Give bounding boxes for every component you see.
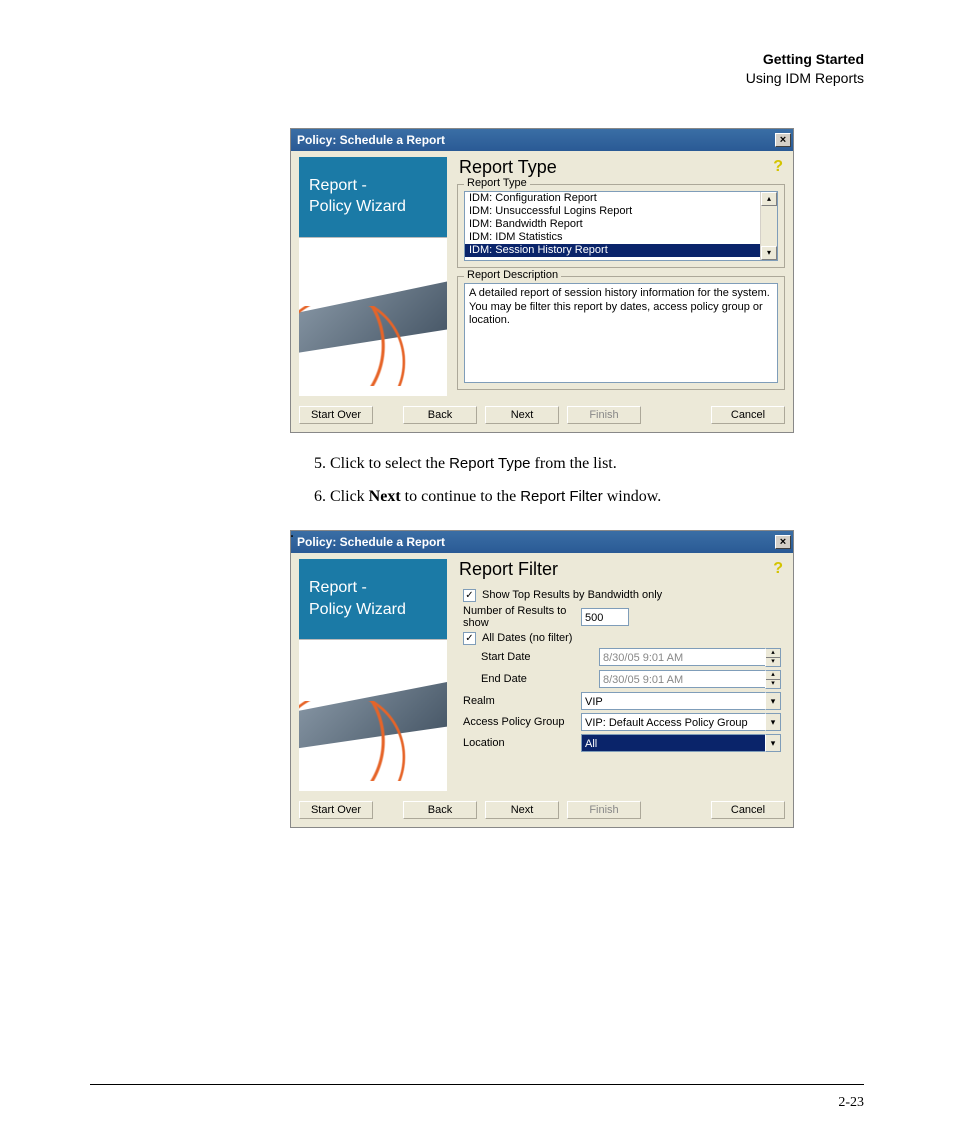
cancel-button[interactable]: Cancel	[711, 406, 785, 424]
checkbox-top-results[interactable]: ✓ Show Top Results by Bandwidth only	[461, 589, 781, 602]
page-number: 2-23	[838, 1095, 864, 1111]
start-date-input: 8/30/05 9:01 AM	[599, 648, 765, 666]
titlebar: Policy: Schedule a Report ×	[291, 129, 793, 151]
group-report-description: Report Description A detailed report of …	[457, 276, 785, 390]
scroll-down-icon[interactable]: ▾	[761, 246, 777, 260]
start-over-button[interactable]: Start Over	[299, 801, 373, 819]
row-access-policy-group: Access Policy Group VIP: Default Access …	[461, 713, 781, 731]
row-num-results: Number of Results to show 500	[461, 605, 781, 629]
end-date-input: 8/30/05 9:01 AM	[599, 670, 765, 688]
header-title: Getting Started	[90, 50, 864, 69]
date-spinner: ▴ ▾	[765, 670, 781, 689]
cancel-button[interactable]: Cancel	[711, 801, 785, 819]
start-over-button[interactable]: Start Over	[299, 406, 373, 424]
checkbox-label: Show Top Results by Bandwidth only	[482, 589, 662, 601]
help-icon[interactable]: ?	[773, 158, 783, 176]
button-row: Start Over Back Next Finish Cancel	[291, 795, 793, 827]
checkbox-all-dates[interactable]: ✓ All Dates (no filter)	[461, 632, 781, 645]
chevron-down-icon[interactable]	[765, 692, 781, 710]
back-button[interactable]: Back	[403, 406, 477, 424]
spin-down-icon: ▾	[766, 658, 780, 666]
field-label: Realm	[461, 695, 581, 707]
panel-heading: Report Filter	[459, 559, 558, 580]
spin-up-icon: ▴	[766, 649, 780, 658]
checkbox-icon[interactable]: ✓	[463, 589, 476, 602]
step-6: Click Next to continue to the Report Fil…	[330, 484, 864, 510]
instruction-steps: Click to select the Report Type from the…	[290, 451, 864, 510]
description-text: A detailed report of session history inf…	[464, 283, 778, 383]
group-label: Report Type	[464, 177, 530, 189]
checkbox-icon[interactable]: ✓	[463, 632, 476, 645]
dialog-report-type: Policy: Schedule a Report × Report - Pol…	[290, 128, 794, 433]
step-5: Click to select the Report Type from the…	[330, 451, 864, 477]
list-item[interactable]: IDM: Unsuccessful Logins Report	[465, 205, 760, 218]
wizard-sidebar-title: Report - Policy Wizard	[299, 157, 447, 237]
scrollbar[interactable]: ▴ ▾	[760, 192, 777, 260]
list-item[interactable]: IDM: Bandwidth Report	[465, 218, 760, 231]
wizard-graphic	[299, 639, 447, 791]
help-icon[interactable]: ?	[773, 560, 783, 578]
spin-up-icon: ▴	[766, 671, 780, 680]
num-results-input[interactable]: 500	[581, 608, 629, 626]
footer-rule	[90, 1084, 864, 1085]
button-row: Start Over Back Next Finish Cancel	[291, 400, 793, 432]
wizard-sidebar-title: Report - Policy Wizard	[299, 559, 447, 639]
finish-button: Finish	[567, 406, 641, 424]
spin-down-icon: ▾	[766, 680, 780, 688]
list-item-selected[interactable]: IDM: Session History Report	[465, 244, 760, 257]
row-end-date: End Date 8/30/05 9:01 AM ▴ ▾	[461, 670, 781, 689]
window-title: Policy: Schedule a Report	[297, 535, 445, 549]
location-select[interactable]: All	[581, 734, 765, 752]
titlebar: Policy: Schedule a Report ×	[291, 531, 793, 553]
next-button[interactable]: Next	[485, 406, 559, 424]
chevron-down-icon[interactable]	[765, 734, 781, 752]
back-button[interactable]: Back	[403, 801, 477, 819]
finish-button: Finish	[567, 801, 641, 819]
checkbox-label: All Dates (no filter)	[482, 632, 572, 644]
header-subtitle: Using IDM Reports	[90, 69, 864, 88]
wizard-sidebar: Report - Policy Wizard	[299, 157, 447, 396]
date-spinner: ▴ ▾	[765, 648, 781, 667]
list-item[interactable]: IDM: IDM Statistics	[465, 231, 760, 244]
field-label: Access Policy Group	[461, 716, 581, 728]
realm-select[interactable]: VIP	[581, 692, 765, 710]
window-title: Policy: Schedule a Report	[297, 133, 445, 147]
scroll-up-icon[interactable]: ▴	[761, 192, 777, 206]
field-label: Start Date	[461, 651, 599, 663]
panel-heading: Report Type	[459, 157, 557, 178]
dialog-report-filter: Policy: Schedule a Report × Report - Pol…	[290, 530, 794, 828]
row-location: Location All	[461, 734, 781, 752]
close-icon[interactable]: ×	[775, 535, 791, 549]
close-icon[interactable]: ×	[775, 133, 791, 147]
group-label: Report Description	[464, 269, 561, 281]
row-realm: Realm VIP	[461, 692, 781, 710]
field-label: Number of Results to show	[461, 605, 581, 629]
wizard-graphic	[299, 237, 447, 396]
field-label: Location	[461, 737, 581, 749]
wizard-sidebar: Report - Policy Wizard	[299, 559, 447, 791]
group-report-type: Report Type IDM: Configuration Report ID…	[457, 184, 785, 268]
field-label: End Date	[461, 673, 599, 685]
apg-select[interactable]: VIP: Default Access Policy Group	[581, 713, 765, 731]
chevron-down-icon[interactable]	[765, 713, 781, 731]
next-button[interactable]: Next	[485, 801, 559, 819]
page-header: Getting Started Using IDM Reports	[90, 50, 864, 88]
row-start-date: Start Date 8/30/05 9:01 AM ▴ ▾	[461, 648, 781, 667]
report-type-listbox[interactable]: IDM: Configuration Report IDM: Unsuccess…	[464, 191, 778, 261]
list-item[interactable]: IDM: Configuration Report	[465, 192, 760, 205]
